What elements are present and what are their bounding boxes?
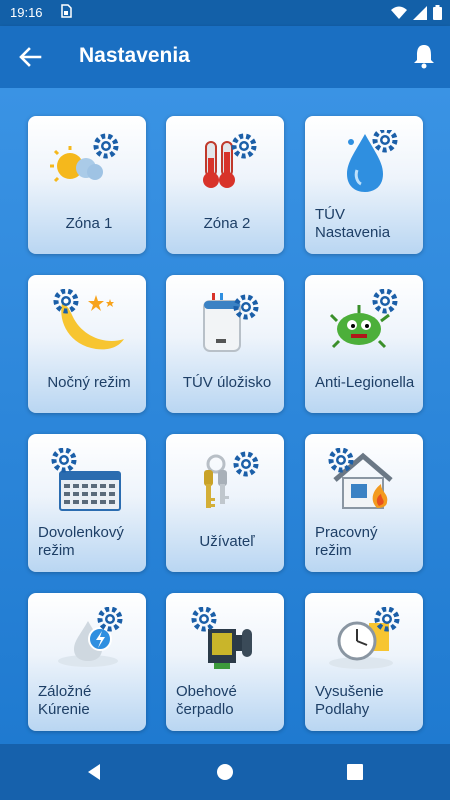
tile-label: Užívateľ [199,533,255,550]
back-arrow-icon[interactable] [16,43,44,71]
system-nav-bar [0,744,450,800]
moon-gear-icon [53,289,124,350]
tile-label: Anti-Legionella [315,374,415,391]
tile-label: Záložné Kúrenie [38,683,92,718]
app-bar: Nastavenia [0,26,450,88]
tile-work-mode[interactable]: Pracovný režim [305,434,423,572]
boiler-tank-gear-icon [203,293,259,352]
house-fire-gear-icon [328,448,393,509]
sim-icon [60,4,72,21]
pump-gear-icon [191,607,252,669]
back-triangle-icon[interactable] [84,762,104,782]
tile-label: Zóna 2 [203,215,251,232]
settings-grid: Zóna 1 Zóna 2 TÚV Nastavenia Nočný režim… [0,88,450,744]
tile-vacation-mode[interactable]: Dovolenkový režim [28,434,146,572]
tile-label: Zóna 1 [65,215,113,232]
wifi-icon [391,6,407,22]
page-title: Nastavenia [79,44,190,67]
battery-icon [433,5,442,23]
status-bar: 19:16 [0,0,450,26]
calendar-gear-icon [51,448,121,511]
tile-tuv-storage[interactable]: TÚV úložisko [166,275,284,413]
tile-backup-heating[interactable]: Záložné Kúrenie [28,593,146,731]
tile-floor-drying[interactable]: Vysušenie Podlahy [305,593,423,731]
sun-gear-icon [50,133,119,183]
tile-label: Vysušenie Podlahy [315,683,384,718]
signal-icon [413,5,427,23]
tile-user[interactable]: Užívateľ [166,434,284,572]
tile-zone-2[interactable]: Zóna 2 [166,116,284,254]
bacteria-gear-icon [329,289,398,349]
thermometer-gear-icon [203,133,257,188]
keys-gear-icon [204,451,259,508]
tile-label: Pracovný režim [315,524,378,559]
tile-label: TÚV úložisko [182,374,272,391]
tile-anti-legionella[interactable]: Anti-Legionella [305,275,423,413]
water-drop-gear-icon [347,130,398,192]
tile-tuv-settings[interactable]: TÚV Nastavenia [305,116,423,254]
tile-zone-1[interactable]: Zóna 1 [28,116,146,254]
clock-floor-gear-icon [329,607,400,669]
tile-circulation-pump[interactable]: Obehové čerpadlo [166,593,284,731]
tile-label: Obehové čerpadlo [176,683,237,718]
status-time: 19:16 [10,5,43,20]
tile-label: TÚV Nastavenia [315,206,391,241]
bell-icon[interactable] [412,43,436,69]
tile-label: Dovolenkový režim [38,524,124,559]
home-circle-icon[interactable] [215,762,235,782]
tile-night-mode[interactable]: Nočný režim [28,275,146,413]
electric-heating-gear-icon [58,607,123,667]
tile-label: Nočný režim [47,374,131,391]
recents-square-icon[interactable] [345,762,365,782]
